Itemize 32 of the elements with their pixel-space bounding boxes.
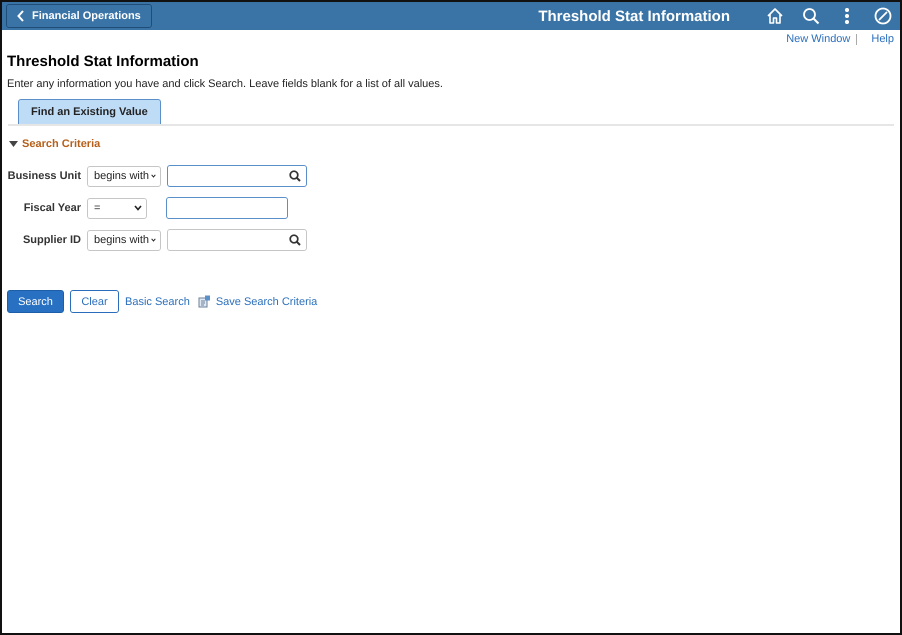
search-icon[interactable] <box>289 170 301 182</box>
operator-dropdown[interactable]: begins with <box>87 230 161 250</box>
chevron-down-icon <box>134 205 142 211</box>
field-label: Supplier ID <box>22 234 81 246</box>
home-icon[interactable] <box>766 7 784 25</box>
instructions-text: Enter any information you have and click Search. Leave fields blank for a list of all values. <box>7 78 444 90</box>
section-title: Search Criteria <box>22 138 100 150</box>
basic-search-link[interactable]: Basic Search <box>125 296 190 308</box>
back-button[interactable]: Financial Operations <box>6 4 152 28</box>
input-field[interactable] <box>167 165 307 187</box>
new-window-link[interactable]: New Window <box>786 33 850 45</box>
collapse-icon[interactable] <box>9 141 18 147</box>
field-label: Business Unit <box>6 170 81 182</box>
chevron-down-icon <box>151 173 156 179</box>
chevron-down-icon <box>151 237 156 243</box>
field-label: Fiscal Year <box>22 202 81 214</box>
header-title: Threshold Stat Information <box>537 8 730 24</box>
search-icon[interactable] <box>289 234 301 246</box>
input-field[interactable] <box>166 197 288 219</box>
compass-icon[interactable] <box>874 7 892 25</box>
search-button[interactable]: Search <box>7 290 64 313</box>
operator-dropdown[interactable]: begins with <box>87 166 161 186</box>
menu-icon[interactable] <box>844 7 850 25</box>
save-search-criteria-link[interactable]: Save Search Criteria <box>216 296 318 308</box>
save-criteria-icon[interactable] <box>198 295 211 308</box>
operator-dropdown[interactable]: = <box>87 198 147 218</box>
chevron-left-icon <box>17 10 25 22</box>
page-title: Threshold Stat Information <box>7 53 200 70</box>
input-field[interactable] <box>167 229 307 251</box>
help-link[interactable]: Help <box>871 33 894 45</box>
tab[interactable]: Find an Existing Value <box>18 99 161 124</box>
clear-button[interactable]: Clear <box>70 290 119 313</box>
